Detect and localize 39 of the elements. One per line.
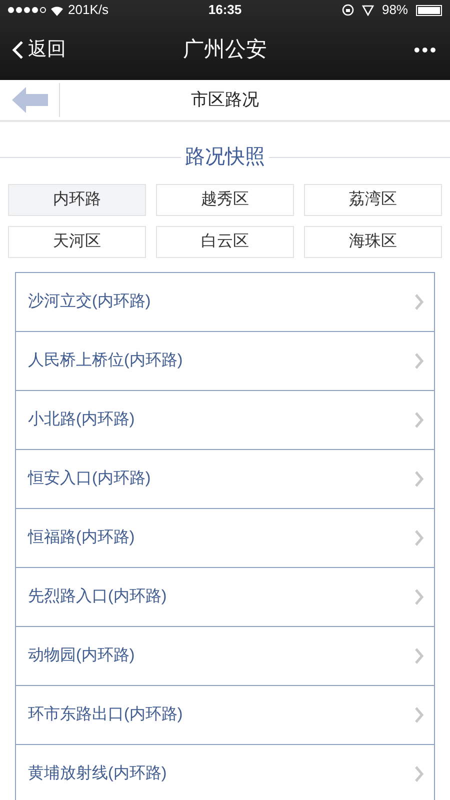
chevron-right-icon [414, 589, 424, 605]
battery-icon [416, 4, 442, 16]
district-tab[interactable]: 荔湾区 [304, 184, 442, 216]
district-tab[interactable]: 海珠区 [304, 226, 442, 258]
road-list-item[interactable]: 人民桥上桥位(内环路) [16, 332, 434, 391]
chevron-right-icon [414, 530, 424, 546]
back-button[interactable]: 返回 [12, 36, 112, 64]
road-list-item[interactable]: 先烈路入口(内环路) [16, 568, 434, 627]
chevron-right-icon [414, 707, 424, 723]
chevron-left-icon [12, 40, 24, 60]
more-button[interactable]: ••• [338, 36, 438, 64]
chevron-right-icon [414, 353, 424, 369]
district-tab[interactable]: 白云区 [156, 226, 294, 258]
section-title: 路况快照 [184, 145, 266, 170]
road-list-item[interactable]: 环市东路出口(内环路) [16, 686, 434, 745]
road-list-item[interactable]: 恒福路(内环路) [16, 509, 434, 568]
signal-icon [8, 7, 46, 13]
district-tab[interactable]: 天河区 [8, 226, 146, 258]
app-title: 广州公安 [183, 37, 267, 64]
network-speed: 201K/s [68, 1, 108, 20]
page-title: 市区路况 [190, 89, 260, 112]
clock: 16:35 [208, 1, 242, 20]
chevron-right-icon [414, 648, 424, 664]
road-list-item[interactable]: 黄埔放射线(内环路) [16, 745, 434, 800]
road-list-item[interactable]: 沙河立交(内环路) [16, 273, 434, 332]
battery-percent: 98% [382, 1, 408, 20]
chevron-right-icon [414, 412, 424, 428]
road-list-item[interactable]: 小北路(内环路) [16, 391, 434, 450]
road-list-item[interactable]: 恒安入口(内环路) [16, 450, 434, 509]
district-tab[interactable]: 越秀区 [156, 184, 294, 216]
wifi-icon [50, 4, 64, 16]
road-list-item[interactable]: 动物园(内环路) [16, 627, 434, 686]
chevron-right-icon [414, 766, 424, 782]
shield-icon [362, 4, 374, 16]
chevron-right-icon [414, 294, 424, 310]
district-tab[interactable]: 内环路 [8, 184, 146, 216]
arrow-left-icon [12, 87, 48, 113]
chevron-right-icon [414, 471, 424, 487]
rotation-lock-icon [342, 4, 354, 16]
